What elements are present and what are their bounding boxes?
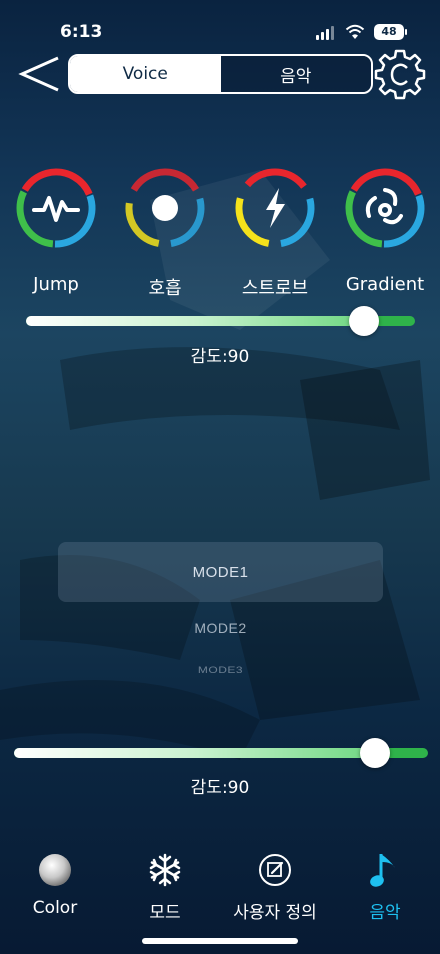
signal-icon: [316, 26, 334, 40]
wifi-icon: [345, 24, 365, 39]
tab-mode[interactable]: 모드: [110, 850, 220, 923]
tab-custom[interactable]: 사용자 정의: [220, 850, 330, 923]
tab-music-bottom[interactable]: 음악: [330, 850, 440, 923]
effect-strobe[interactable]: 스트로브: [225, 166, 325, 300]
mode-picker[interactable]: MODE1 MODE2 MODE3: [58, 540, 383, 700]
lightning-icon: [266, 188, 285, 228]
mode-item-1[interactable]: MODE1: [58, 564, 383, 581]
snowflake-icon: [149, 853, 181, 887]
sensitivity-slider-top[interactable]: [26, 306, 415, 336]
status-bar: 6:13 48: [0, 0, 440, 50]
home-indicator: [142, 938, 298, 944]
effect-jump-ring: [16, 168, 96, 248]
effect-gradient-label: Gradient: [345, 274, 425, 295]
settings-gear-icon[interactable]: [374, 48, 426, 100]
tab-color-label: Color: [32, 898, 78, 918]
slider-fill: [14, 748, 375, 758]
status-time: 6:13: [60, 22, 103, 42]
back-arrow-icon: [18, 56, 59, 92]
back-button[interactable]: [16, 54, 62, 94]
swirl-icon: [365, 188, 403, 225]
slider-fill: [26, 316, 365, 326]
dot-icon: [152, 195, 178, 221]
effect-strobe-ring: [235, 168, 315, 248]
slider-thumb[interactable]: [349, 306, 380, 336]
effect-breathing-ring: [125, 168, 205, 248]
tab-mode-label: 모드: [149, 903, 181, 923]
color-disc-icon: [39, 854, 71, 886]
mode-item-2[interactable]: MODE2: [58, 620, 383, 636]
tab-custom-label: 사용자 정의: [233, 903, 317, 923]
effect-list: Jump 호흡 스트로브 Gradient: [0, 166, 440, 299]
bottom-tab-bar: Color 모드 사용자 정의 음악: [0, 850, 440, 930]
mode-segmented-control: Voice 음악: [68, 54, 373, 94]
sensitivity-slider-bottom[interactable]: [14, 738, 428, 768]
effect-gradient[interactable]: Gradient: [335, 166, 435, 295]
sensitivity-label-top: 감도:90: [190, 347, 250, 367]
effect-strobe-label: 스트로브: [241, 278, 309, 299]
effect-jump-label: Jump: [33, 274, 79, 295]
sensitivity-label-bottom: 감도:90: [190, 778, 250, 798]
tab-music[interactable]: 음악: [220, 56, 371, 92]
slider-thumb[interactable]: [359, 738, 390, 768]
tab-voice[interactable]: Voice: [70, 56, 221, 92]
tab-color[interactable]: Color: [0, 850, 110, 918]
effect-breathing-label: 호흡: [148, 278, 182, 299]
effect-breathing[interactable]: 호흡: [115, 166, 215, 300]
tab-music-bottom-label: 음악: [369, 903, 401, 923]
background-image: [0, 170, 430, 760]
pulse-icon: [32, 196, 80, 222]
effect-gradient-ring: [345, 168, 425, 248]
effect-jump[interactable]: Jump: [6, 166, 106, 295]
mode-item-3[interactable]: MODE3: [58, 664, 383, 675]
battery-tip: [405, 29, 407, 35]
battery-icon: 48: [374, 24, 404, 40]
music-note-icon: [370, 854, 395, 887]
edit-icon: [259, 854, 291, 886]
